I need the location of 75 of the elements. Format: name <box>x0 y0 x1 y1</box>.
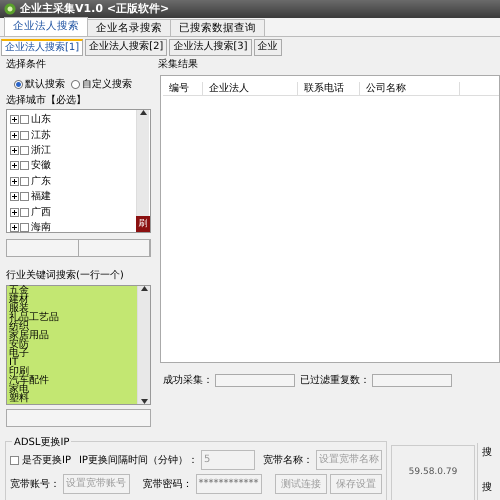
stat-label: 已过滤重复数： <box>300 374 370 388</box>
expand-icon <box>10 192 19 202</box>
tab[interactable]: 企业法人搜索 <box>4 17 88 36</box>
expand-icon <box>10 115 19 124</box>
keyword-line: IT <box>9 358 18 367</box>
checkbox[interactable] <box>20 192 29 202</box>
keyword-line: 建材 <box>9 295 30 304</box>
app-logo-icon <box>4 3 16 15</box>
tab[interactable]: 企业名录搜索 <box>87 19 171 36</box>
stat-label: 成功采集： <box>163 374 213 388</box>
scroll-up-icon <box>140 286 148 291</box>
tree-item[interactable]: 浙江 <box>31 142 51 158</box>
column-header: 企业法人 <box>203 82 298 95</box>
expand-icon <box>10 176 19 186</box>
keyword-line: 塑料 <box>9 394 30 403</box>
label-text: 搜 <box>482 480 493 495</box>
password-field[interactable]: ************ <box>196 474 262 494</box>
input-field[interactable] <box>6 409 151 427</box>
field-label: 宽带账号： <box>10 478 60 492</box>
keyword-line: 印刷 <box>9 367 29 376</box>
refresh-button[interactable]: 刷 <box>136 216 150 232</box>
tab[interactable]: 已搜索数据查询 <box>170 19 265 36</box>
tree-item[interactable]: 海南 <box>31 220 51 235</box>
radio-button[interactable]: 自定义搜索 <box>71 77 132 92</box>
scrollbar[interactable] <box>136 110 149 216</box>
tab[interactable]: 企业 <box>254 39 282 56</box>
column-header: 编号 <box>163 82 203 95</box>
tab[interactable]: 企业法人搜索[2] <box>85 39 168 56</box>
expand-icon <box>10 130 19 140</box>
scroll-up-icon <box>140 110 146 115</box>
group-title: 选择条件 <box>6 59 47 71</box>
ip-display: 59.58.0.79 <box>391 445 475 500</box>
keyword-line: 安防 <box>9 340 29 349</box>
expand-icon <box>10 161 19 170</box>
checkbox[interactable] <box>20 161 29 170</box>
keyword-line: 电子 <box>9 349 30 358</box>
tree-item[interactable]: 安徽 <box>31 158 51 174</box>
tree-item[interactable]: 广东 <box>31 174 51 189</box>
expand-icon <box>10 146 19 155</box>
keyword-line: 家电 <box>9 385 29 394</box>
window-title: 企业主采集V1.0 <正版软件> <box>20 0 170 17</box>
tree-item[interactable]: 广西 <box>31 204 51 220</box>
checkbox[interactable] <box>20 130 29 140</box>
tree-item[interactable]: 江苏 <box>31 128 51 143</box>
checkbox[interactable]: 是否更换IP <box>10 452 71 468</box>
field-label: 宽带密码： <box>142 478 192 492</box>
tab[interactable]: 企业法人搜索[1] <box>1 39 84 56</box>
field-label: 宽带名称： <box>263 454 313 468</box>
column-header: 公司名称 <box>360 82 460 95</box>
keyword-line: 纺织 <box>9 322 29 331</box>
column-header: 联系电话 <box>298 82 360 95</box>
field-label: 选择城市【必选】 <box>6 95 87 107</box>
field-label: IP更换间隔时间（分钟）： <box>78 454 198 468</box>
label-text: 搜 <box>482 446 493 460</box>
checkbox[interactable] <box>20 146 29 155</box>
tree-item[interactable]: 山东 <box>31 112 51 128</box>
keyword-line: 汽车配件 <box>9 376 50 385</box>
checkbox[interactable] <box>20 208 29 217</box>
scrollbar[interactable] <box>137 286 150 404</box>
keyword-line: 礼品工艺品 <box>9 313 60 322</box>
keyword-line: 家居用品 <box>9 331 50 340</box>
tab[interactable]: 企业法人搜索[3] <box>169 39 252 56</box>
keyword-line: 服装 <box>9 304 29 313</box>
keyword-line: 五金 <box>9 286 30 295</box>
keyword-textarea[interactable]: 五金 建材 服装 礼品工艺品 纺织 家居用品 安防 电子 IT 印刷 汽车配件 家电 塑料 <box>6 285 151 405</box>
tree-item[interactable]: 福建 <box>31 189 51 204</box>
radio-button[interactable]: 默认搜索 <box>14 77 65 92</box>
expand-icon <box>10 208 19 217</box>
checkbox[interactable] <box>20 115 29 124</box>
scroll-down-icon <box>140 399 148 404</box>
field-label: 行业关键词搜索(一行一个) <box>6 268 125 283</box>
checkbox[interactable] <box>20 176 29 186</box>
input-field[interactable] <box>6 239 151 257</box>
group-title: 采集结果 <box>158 59 199 71</box>
checkbox[interactable] <box>20 222 29 232</box>
